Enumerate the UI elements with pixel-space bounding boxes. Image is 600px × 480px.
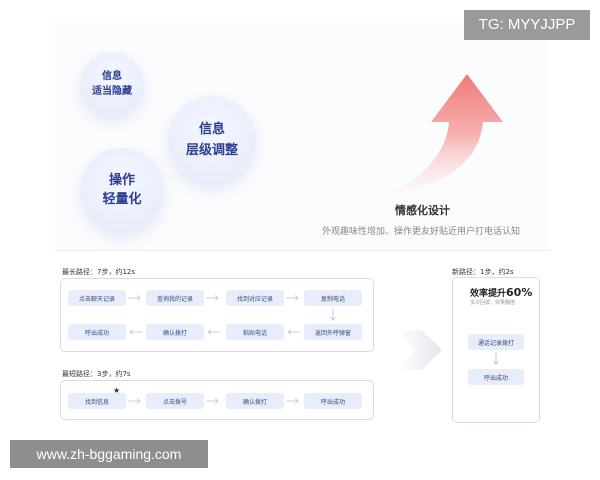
- arrow-right-icon: [206, 295, 219, 301]
- bubble-line: 操作: [108, 173, 135, 188]
- emotion-design-subtitle: 外观趣味性增加、操作更友好贴近用户打电话认知: [322, 227, 521, 237]
- arrow-left-icon: [287, 329, 300, 335]
- shortest-path-label: 最短路径：3步，约7s: [62, 370, 131, 378]
- bubble-line: 层级调整: [185, 143, 238, 158]
- bubble-line: 信息: [102, 71, 122, 82]
- bubble-line: 适当隐藏: [92, 86, 132, 97]
- bubble-line: 信息: [198, 122, 225, 137]
- flow-node: 找到对应记录: [226, 290, 284, 306]
- bubble-line: 轻量化: [102, 192, 142, 207]
- flow-node: 呼出成功: [468, 369, 524, 385]
- flow-node: 返回外呼弹窗: [304, 324, 362, 340]
- arrow-right-icon: [286, 295, 299, 301]
- flow-node: 复制电话: [304, 290, 362, 306]
- flow-node: 点击拨号: [146, 393, 204, 409]
- flow-node: 找到信息: [68, 393, 126, 409]
- transition-arrow-icon: [396, 330, 442, 370]
- watermark-top: TG: MYYJJPP: [464, 10, 590, 40]
- flow-node: 点击聊天记录: [68, 290, 126, 306]
- bubble-info-hierarchy: 信息 层级调整: [168, 96, 256, 184]
- efficiency-value: 60%: [506, 286, 533, 299]
- watermark-bottom: www.zh-bggaming.com: [10, 440, 208, 468]
- new-path-label: 新路径：1步，约2s: [452, 268, 514, 276]
- bubble-info-hide: 信息 适当隐藏: [80, 52, 144, 116]
- arrow-right-icon: [206, 398, 219, 404]
- flow-node: 查询我的记录: [146, 290, 204, 306]
- flow-node: 通话记录拨打: [468, 334, 524, 350]
- efficiency-subtitle: 多次回拨、效果翻倍: [470, 300, 516, 306]
- emotion-design-title: 情感化设计: [395, 204, 450, 217]
- arrow-down-icon: [493, 352, 499, 365]
- efficiency-prefix: 效率提升: [470, 289, 507, 299]
- arrow-left-icon: [207, 329, 220, 335]
- flow-node: 确认拨打: [146, 324, 204, 340]
- efficiency-title: 效率提升60%: [470, 286, 532, 299]
- flow-node: 确认拨打: [226, 393, 284, 409]
- curved-up-arrow-icon: [385, 74, 503, 194]
- flow-node: 粘贴电话: [226, 324, 284, 340]
- flow-node: 呼出成功: [304, 393, 362, 409]
- arrow-right-icon: [286, 398, 299, 404]
- arrow-right-icon: [128, 295, 141, 301]
- arrow-down-icon: [330, 308, 336, 321]
- longest-path-label: 最长路径：7步，约12s: [62, 268, 136, 276]
- section-divider: [55, 250, 550, 251]
- arrow-left-icon: [129, 329, 142, 335]
- bubble-operation-light: 操作 轻量化: [80, 148, 164, 232]
- arrow-right-icon: [128, 398, 141, 404]
- flow-node: 呼出成功: [68, 324, 126, 340]
